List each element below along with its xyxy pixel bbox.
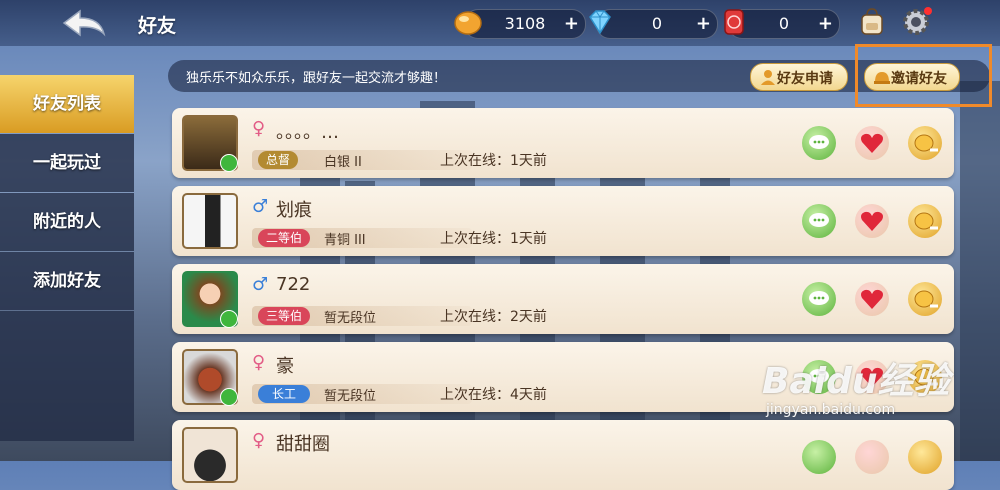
add-coins-button[interactable]: + [564, 13, 579, 34]
notification-dot [924, 7, 932, 15]
male-icon: ♂ [252, 274, 269, 295]
back-arrow-icon[interactable] [60, 8, 108, 38]
friend-name: 甜甜圈 [276, 434, 330, 455]
top-bar: 好友 3108 + 0 + 0 + [0, 0, 1000, 46]
avatar[interactable] [182, 427, 238, 483]
page-title: 好友 [138, 15, 177, 37]
friend-name: 。。。。… [276, 122, 339, 143]
friend-row[interactable]: ♀ 甜甜圈 [172, 420, 954, 490]
highlight-box [855, 44, 992, 107]
add-diamond-button[interactable]: + [696, 13, 711, 34]
send-bean-button[interactable] [908, 282, 942, 316]
title-badge: 二等伯 [258, 229, 311, 247]
tier-label: 青铜 III [324, 233, 366, 248]
bean-gift-icon [914, 290, 938, 308]
last-online: 上次在线：1天前 [440, 231, 547, 247]
friend-request-button[interactable]: 好友申请 [750, 63, 848, 91]
chat-bubble-icon [809, 291, 829, 305]
chat-bubble-icon [809, 135, 829, 149]
heart-icon [861, 133, 883, 153]
last-online: 上次在线：1天前 [440, 153, 547, 169]
tier-label: 暂无段位 [324, 311, 377, 326]
send-heart-button[interactable] [855, 440, 889, 474]
backpack-icon[interactable] [856, 6, 888, 38]
avatar[interactable] [182, 193, 238, 249]
title-badge: 三等伯 [258, 307, 311, 325]
banner-text: 独乐乐不如众乐乐，跟好友一起交流才够趣！ [186, 71, 447, 86]
red-ticket-icon [724, 9, 744, 35]
female-icon: ♀ [252, 430, 266, 451]
friend-name: 豪 [276, 356, 294, 377]
send-bean-button[interactable] [908, 126, 942, 160]
last-online: 上次在线：4天前 [440, 387, 547, 403]
title-badge: 总督 [258, 151, 299, 169]
sidebar-filler [0, 311, 134, 441]
heart-icon [861, 211, 883, 231]
tier-label: 暂无段位 [324, 389, 377, 404]
heart-icon [861, 289, 883, 309]
sidebar-item-friend-list[interactable]: 好友列表 [0, 75, 134, 133]
send-heart-button[interactable] [855, 126, 889, 160]
friend-row[interactable]: ♂ 划痕 二等伯 青铜 III 上次在线：1天前 [172, 186, 954, 328]
chat-button[interactable] [802, 440, 836, 474]
bean-coin-icon [454, 11, 482, 35]
wechat-icon [220, 154, 238, 172]
female-icon: ♀ [252, 118, 266, 139]
wechat-icon [220, 388, 238, 406]
sidebar-item-played-together[interactable]: 一起玩过 [0, 134, 134, 192]
chat-button[interactable] [802, 204, 836, 238]
chat-bubble-icon [809, 213, 829, 227]
send-bean-button[interactable] [908, 204, 942, 238]
title-badge: 长工 [258, 385, 311, 403]
friend-row[interactable]: ♀ 。。。。… 总督 白银 II 上次在线：1天前 [172, 108, 954, 178]
tier-label: 白银 II [324, 155, 362, 170]
bean-gift-icon [914, 134, 938, 152]
baidu-watermark: Baidu经验 jingyan.baidu.com [762, 352, 949, 418]
friend-name: 划痕 [276, 200, 312, 221]
sidebar-item-add-friend[interactable]: 添加好友 [0, 252, 134, 310]
friend-request-label: 好友申请 [777, 71, 833, 87]
diamond-icon [589, 10, 611, 35]
send-heart-button[interactable] [855, 282, 889, 316]
friend-name: 722 [276, 274, 311, 295]
sidebar: 好友列表 一起玩过 附近的人 添加好友 [0, 75, 134, 441]
sidebar-item-nearby[interactable]: 附近的人 [0, 193, 134, 251]
person-icon [761, 70, 775, 85]
friend-row[interactable]: ♂ 722 三等伯 暂无段位 上次在线：2天前 [172, 264, 954, 334]
watermark-logo: Baidu经验 [762, 361, 950, 402]
male-icon: ♂ [252, 196, 269, 217]
add-ticket-button[interactable]: + [818, 13, 833, 34]
female-icon: ♀ [252, 352, 266, 373]
chat-button[interactable] [802, 126, 836, 160]
bean-gift-icon [914, 212, 938, 230]
watermark-url: jingyan.baidu.com [766, 402, 896, 418]
chat-button[interactable] [802, 282, 836, 316]
wechat-icon [220, 310, 238, 328]
send-bean-button[interactable] [908, 440, 942, 474]
send-heart-button[interactable] [855, 204, 889, 238]
last-online: 上次在线：2天前 [440, 309, 547, 325]
